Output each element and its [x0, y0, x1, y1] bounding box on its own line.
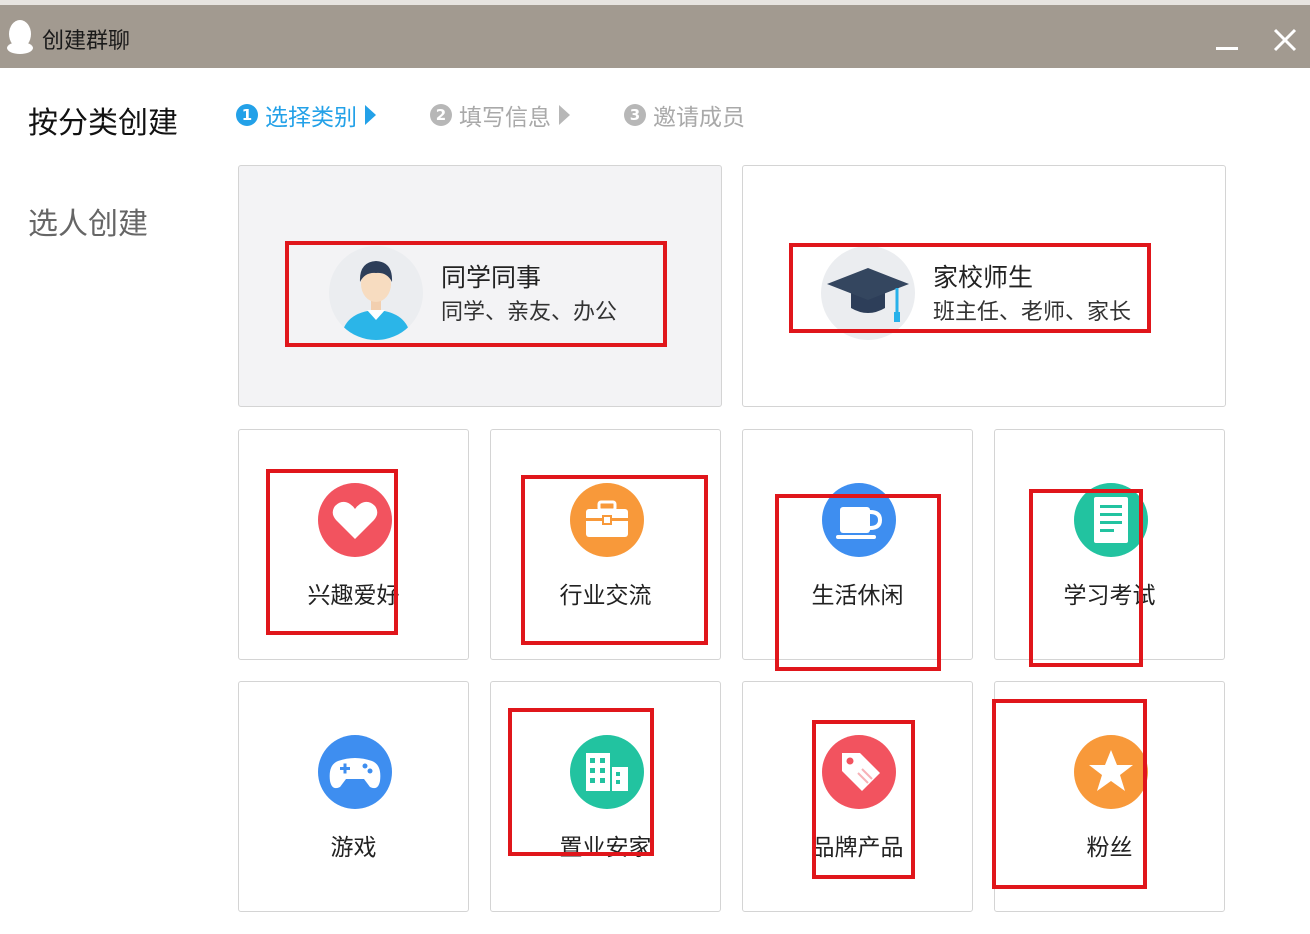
step-invite-members: 3 邀请成员	[624, 98, 745, 132]
category-label: 置业安家	[559, 835, 652, 861]
student-avatar-icon	[329, 246, 423, 340]
category-card-classmates[interactable]: 同学同事 同学、亲友、办公	[238, 165, 722, 407]
heart-icon	[318, 483, 392, 557]
close-icon[interactable]	[1268, 23, 1302, 57]
category-card-brand[interactable]: 品牌产品	[742, 681, 973, 912]
category-title: 同学同事	[441, 263, 542, 292]
category-card-hobby[interactable]: 兴趣爱好	[238, 429, 469, 660]
minimize-icon[interactable]	[1212, 21, 1242, 51]
step-number: 2	[430, 104, 452, 126]
category-card-games[interactable]: 游戏	[238, 681, 469, 912]
star-icon	[1074, 735, 1148, 809]
step-fill-info: 2 填写信息	[430, 98, 570, 132]
category-subtitle: 同学、亲友、办公	[441, 300, 618, 325]
category-label: 学习考试	[1063, 583, 1156, 609]
step-label: 选择类别	[265, 105, 357, 131]
category-label: 品牌产品	[811, 835, 904, 861]
category-card-industry[interactable]: 行业交流	[490, 429, 721, 660]
category-card-real-estate[interactable]: 置业安家	[490, 681, 721, 912]
category-label: 粉丝	[1086, 835, 1133, 861]
title-bar: 创建群聊	[0, 0, 1310, 68]
step-label: 填写信息	[459, 105, 551, 131]
graduation-cap-icon	[821, 246, 915, 340]
qq-penguin-icon	[6, 17, 34, 57]
arrow-right-icon	[365, 105, 376, 125]
document-icon	[1074, 483, 1148, 557]
sidebar-item-people-create[interactable]: 选人创建	[28, 199, 148, 243]
step-number: 3	[624, 104, 646, 126]
step-number: 1	[236, 104, 258, 126]
category-label: 生活休闲	[811, 583, 904, 609]
step-label: 邀请成员	[653, 105, 745, 131]
cup-icon	[822, 483, 896, 557]
category-label: 兴趣爱好	[307, 583, 400, 609]
step-select-category: 1 选择类别	[236, 98, 376, 132]
arrow-right-icon	[559, 105, 570, 125]
category-card-school[interactable]: 家校师生 班主任、老师、家长	[742, 165, 1226, 407]
briefcase-icon	[570, 483, 644, 557]
category-card-study[interactable]: 学习考试	[994, 429, 1225, 660]
tag-icon	[822, 735, 896, 809]
building-icon	[570, 735, 644, 809]
category-card-fans[interactable]: 粉丝	[994, 681, 1225, 912]
category-subtitle: 班主任、老师、家长	[933, 300, 1132, 325]
category-card-leisure[interactable]: 生活休闲	[742, 429, 973, 660]
window-title: 创建群聊	[42, 29, 131, 54]
gamepad-icon	[318, 735, 392, 809]
category-label: 行业交流	[559, 583, 652, 609]
category-label: 游戏	[330, 835, 377, 861]
sidebar-item-category-create[interactable]: 按分类创建	[28, 98, 178, 142]
category-title: 家校师生	[933, 263, 1034, 292]
